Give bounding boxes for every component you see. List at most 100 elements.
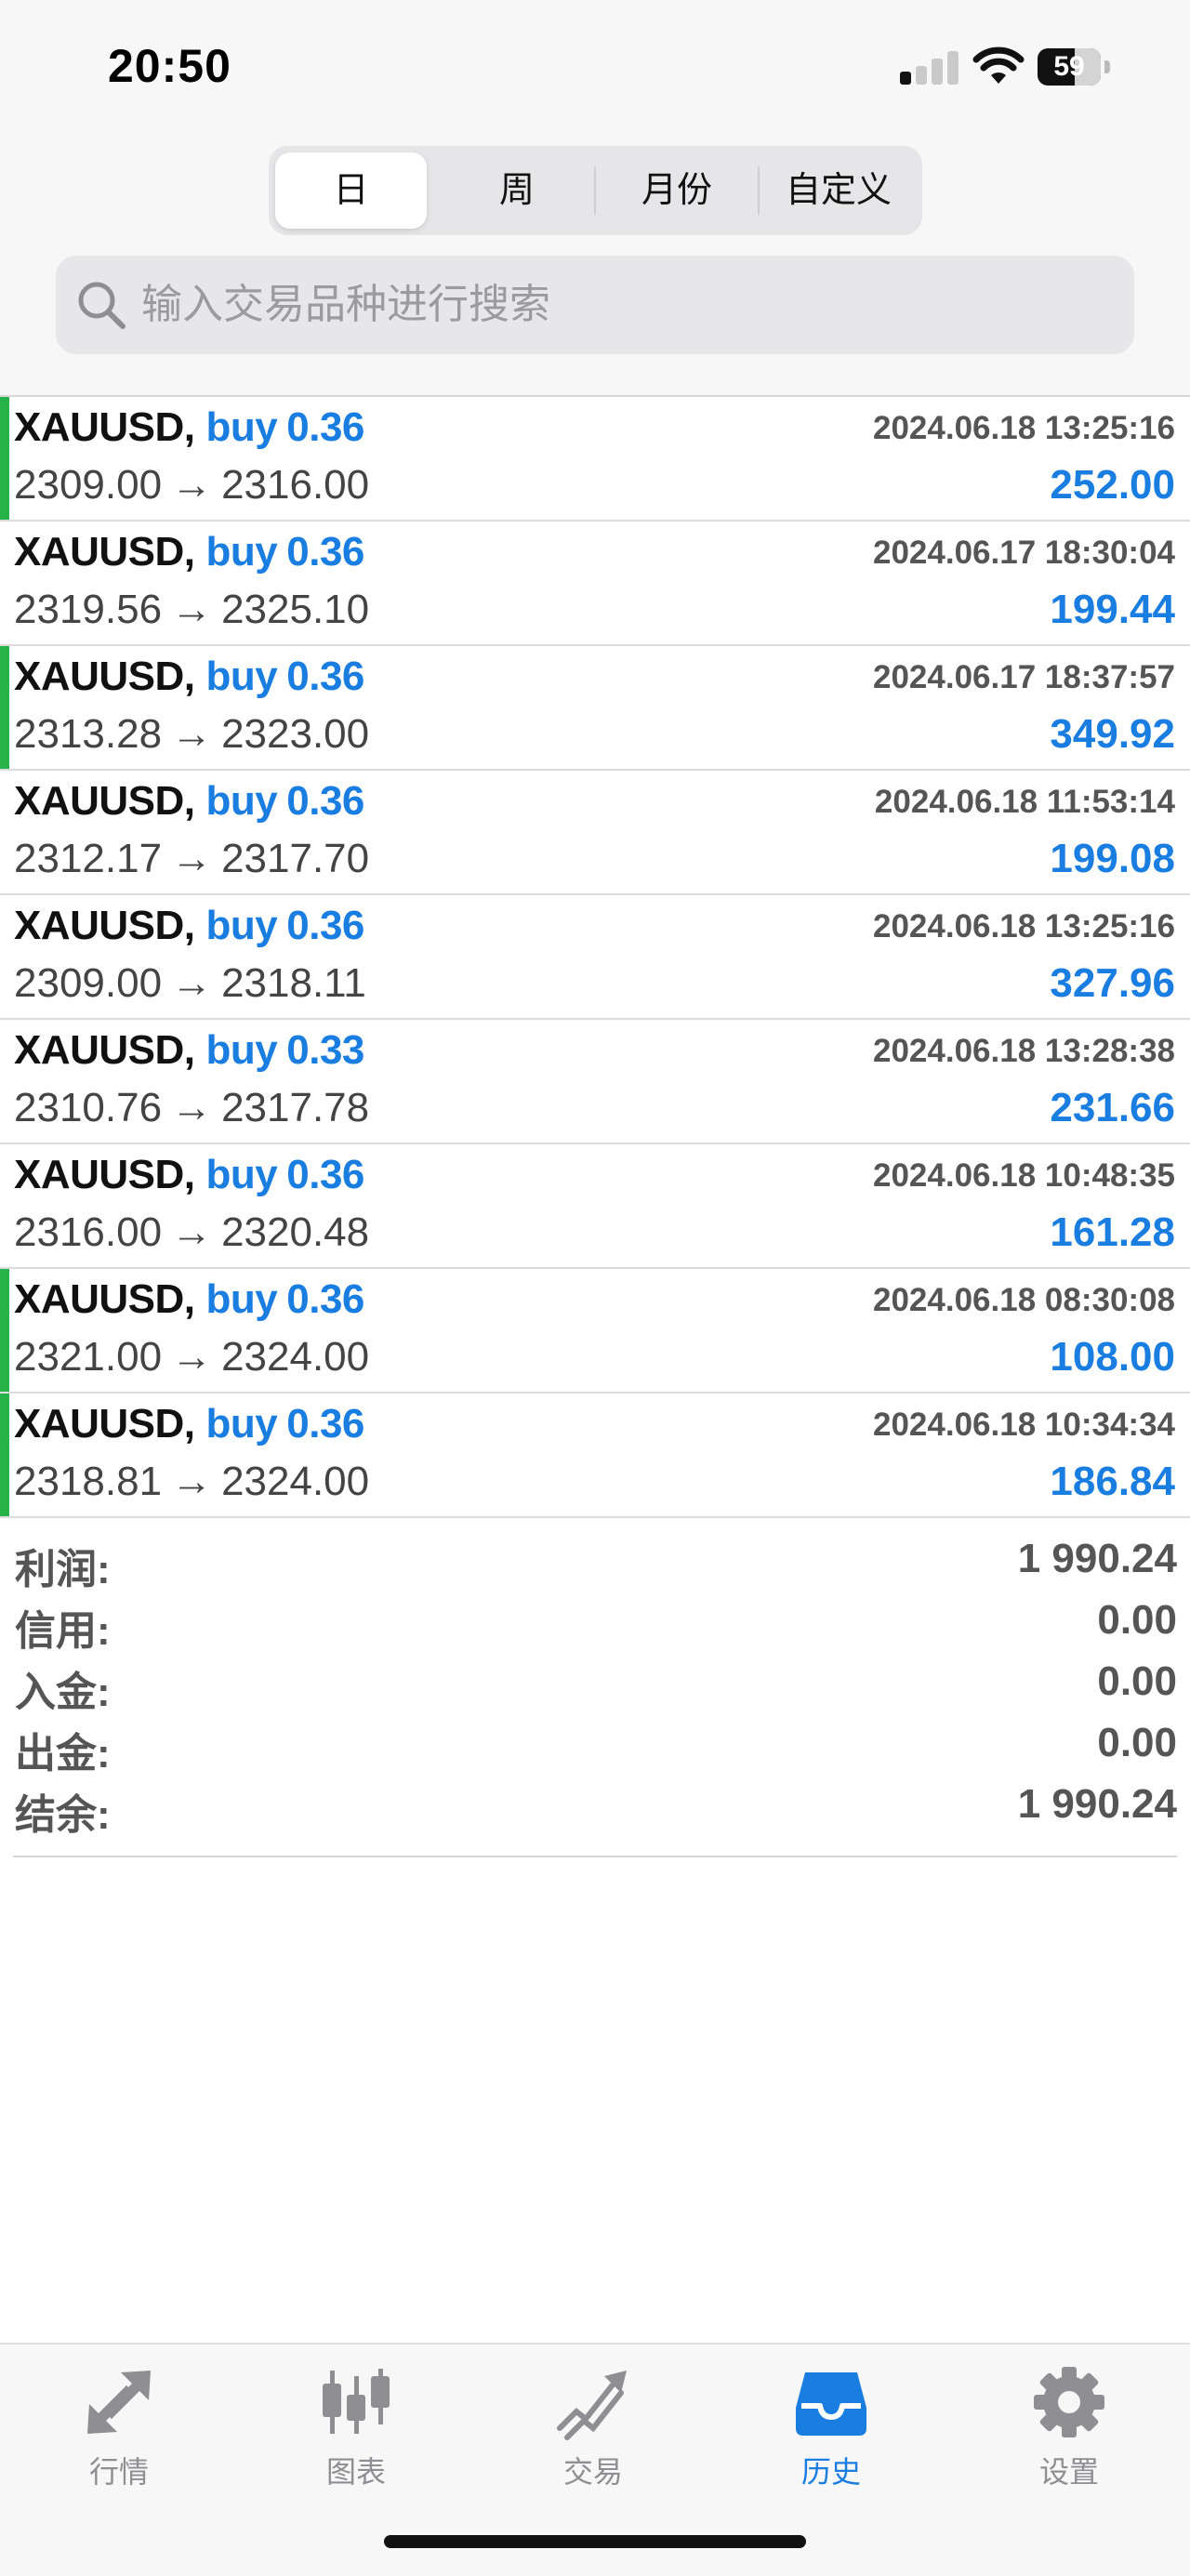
trade-row[interactable]: XAUUSD, buy 0.36 2024.06.18 08:30:08 2321.… — [0, 1269, 1190, 1394]
trade-datetime: 2024.06.18 10:34:34 — [873, 1407, 1175, 1443]
trade-lot: 0.36 — [286, 654, 364, 699]
segment-divider — [758, 166, 760, 215]
trade-title: XAUUSD, buy 0.36 — [14, 1152, 364, 1198]
trade-close-price: 2325.10 — [221, 587, 370, 632]
tab-history-label: 历史 — [800, 2455, 861, 2489]
trade-datetime: 2024.06.18 13:28:38 — [873, 1033, 1175, 1069]
arrow-right-icon: → — [171, 1334, 213, 1380]
tab-trade[interactable]: 交易 — [509, 2363, 677, 2493]
trade-profit: 108.00 — [1050, 1334, 1175, 1380]
trade-title: XAUUSD, buy 0.36 — [14, 1401, 364, 1447]
arrow-right-icon: → — [171, 462, 213, 508]
tab-chart-label: 图表 — [325, 2455, 386, 2489]
tab-settings[interactable]: 设置 — [985, 2363, 1153, 2493]
trade-datetime: 2024.06.18 08:30:08 — [873, 1282, 1175, 1318]
segment-custom[interactable]: 自定义 — [761, 152, 916, 229]
tab-chart[interactable]: 图表 — [272, 2363, 440, 2493]
summary-value: 1 990.24 — [1017, 1781, 1177, 1827]
trade-prices: 2309.00 → 2316.00 — [14, 462, 369, 509]
period-segmented-control: 日 周 月份 自定义 — [269, 146, 922, 235]
trade-symbol: XAUUSD, — [14, 778, 195, 824]
tab-settings-label: 设置 — [1038, 2455, 1099, 2489]
tab-history[interactable]: 历史 — [747, 2363, 915, 2493]
trade-title: XAUUSD, buy 0.36 — [14, 529, 364, 575]
trade-row[interactable]: XAUUSD, buy 0.36 2024.06.17 18:30:04 2319.… — [0, 522, 1190, 646]
trade-prices: 2313.28 → 2323.00 — [14, 711, 369, 758]
trade-title: XAUUSD, buy 0.36 — [14, 778, 364, 825]
segment-month[interactable]: 月份 — [598, 152, 756, 229]
trade-side: buy 0.36 — [205, 1401, 365, 1447]
trade-row[interactable]: XAUUSD, buy 0.36 2024.06.17 18:37:57 2313.… — [0, 646, 1190, 771]
trade-row[interactable]: XAUUSD, buy 0.36 2024.06.18 11:53:14 2312.… — [0, 771, 1190, 895]
trade-prices: 2316.00 → 2320.48 — [14, 1209, 369, 1256]
trade-close-price: 2324.00 — [221, 1459, 370, 1504]
trade-open-price: 2316.00 — [14, 1209, 163, 1255]
trade-profit: 252.00 — [1050, 462, 1175, 508]
summary-value: 0.00 — [1097, 1597, 1177, 1643]
trade-profit: 186.84 — [1050, 1459, 1175, 1504]
trade-symbol: XAUUSD, — [14, 529, 195, 575]
trade-close-price: 2317.78 — [221, 1085, 370, 1130]
segment-day[interactable]: 日 — [275, 152, 427, 229]
trade-prices: 2319.56 → 2325.10 — [14, 587, 369, 633]
battery-percent: 59 — [1053, 51, 1085, 82]
summary-row: 入金: 0.00 — [13, 1658, 1177, 1720]
trade-side: buy 0.36 — [205, 654, 365, 699]
search-input[interactable] — [141, 256, 1108, 354]
trade-title: XAUUSD, buy 0.36 — [14, 654, 364, 700]
trade-close-price: 2316.00 — [221, 462, 370, 508]
trade-row[interactable]: XAUUSD, buy 0.36 2024.06.18 10:48:35 2316.… — [0, 1144, 1190, 1269]
search-icon — [78, 282, 126, 329]
trade-prices: 2318.81 → 2324.00 — [14, 1459, 369, 1505]
trade-row[interactable]: XAUUSD, buy 0.36 2024.06.18 13:25:16 2309.… — [0, 895, 1190, 1020]
quotes-icon — [87, 2371, 151, 2434]
trade-lot: 0.36 — [286, 404, 364, 450]
trade-side-text: buy — [205, 404, 278, 450]
search-bar[interactable] — [56, 256, 1134, 354]
wifi-icon — [972, 46, 1025, 84]
trade-indicator-bar — [0, 1269, 9, 1392]
trade-lot: 0.33 — [286, 1027, 364, 1073]
summary-value: 1 990.24 — [1017, 1536, 1177, 1581]
tab-trade-label: 交易 — [562, 2455, 623, 2489]
trade-row[interactable]: XAUUSD, buy 0.33 2024.06.18 13:28:38 2310.… — [0, 1020, 1190, 1144]
summary-bottom-divider — [13, 1856, 1177, 1857]
trade-side: buy 0.36 — [206, 529, 365, 575]
trade-side-text: buy — [205, 1152, 278, 1197]
tab-quotes-label: 行情 — [88, 2455, 149, 2489]
trade-title: XAUUSD, buy 0.36 — [14, 1276, 364, 1323]
trade-open-price: 2310.76 — [14, 1085, 163, 1130]
trade-profit: 161.28 — [1050, 1209, 1175, 1255]
settings-icon — [1034, 2367, 1104, 2437]
summary-value: 0.00 — [1097, 1720, 1177, 1765]
trade-datetime: 2024.06.18 13:25:16 — [873, 908, 1175, 945]
trade-side-text: buy — [205, 1401, 278, 1447]
arrow-right-icon: → — [171, 587, 213, 632]
trade-indicator-bar — [0, 397, 9, 520]
segment-week[interactable]: 周 — [442, 152, 592, 229]
trade-datetime: 2024.06.18 11:53:14 — [874, 784, 1175, 820]
trade-lot: 0.36 — [286, 1276, 364, 1322]
tab-quotes[interactable]: 行情 — [35, 2363, 203, 2493]
status-time: 20:50 — [108, 40, 231, 92]
trade-side-text: buy — [205, 654, 278, 699]
trade-close-price: 2320.48 — [221, 1209, 370, 1255]
trade-prices: 2310.76 → 2317.78 — [14, 1085, 369, 1131]
trade-profit: 327.96 — [1050, 960, 1175, 1006]
trade-open-price: 2313.28 — [14, 711, 163, 757]
home-indicator — [384, 2535, 806, 2548]
trade-row[interactable]: XAUUSD, buy 0.36 2024.06.18 10:34:34 2318.… — [0, 1394, 1190, 1518]
summary-label: 信用: — [15, 1608, 111, 1654]
trade-row[interactable]: XAUUSD, buy 0.36 2024.06.18 13:25:16 2309.… — [0, 397, 1190, 522]
summary-label: 利润: — [15, 1547, 111, 1592]
trade-side: buy 0.36 — [205, 404, 365, 450]
summary-row: 信用: 0.00 — [13, 1597, 1177, 1658]
chart-icon — [323, 2369, 390, 2434]
trade-profit: 349.92 — [1050, 711, 1175, 757]
trade-lot: 0.36 — [286, 1152, 364, 1197]
trade-close-price: 2323.00 — [221, 711, 370, 757]
trade-profit: 231.66 — [1050, 1085, 1175, 1130]
summary-row: 结余: 1 990.24 — [13, 1781, 1177, 1843]
trade-side: buy 0.36 — [205, 1152, 365, 1197]
trade-open-price: 2309.00 — [14, 462, 163, 508]
